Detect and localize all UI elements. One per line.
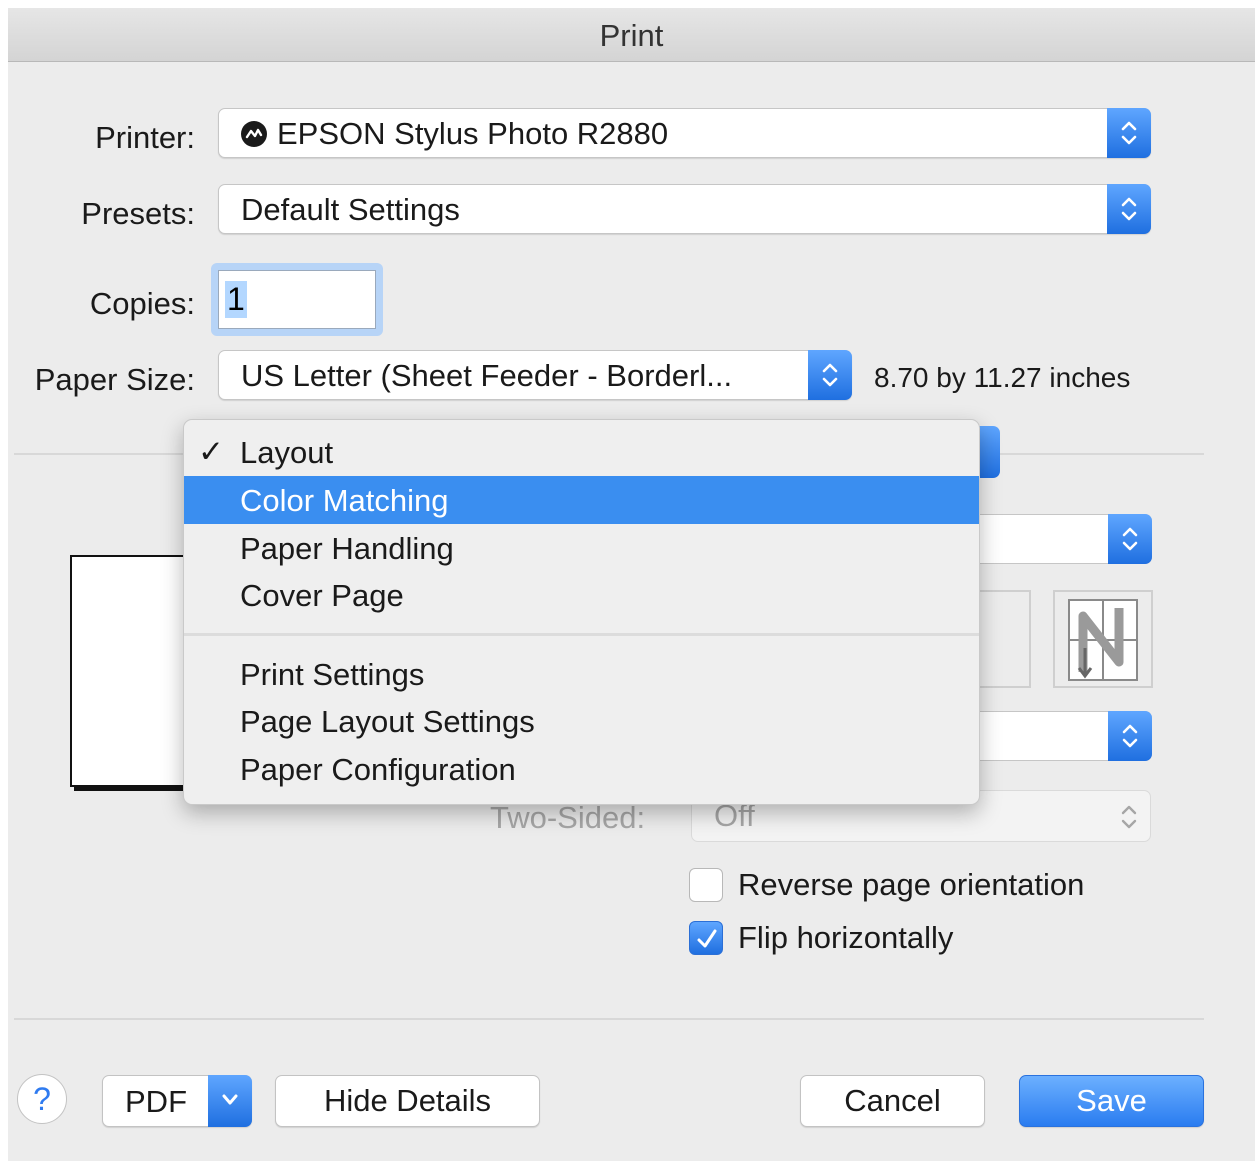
menu-item-layout[interactable]: ✓ Layout bbox=[184, 428, 979, 476]
menu-item-paper-handling[interactable]: Paper Handling bbox=[184, 524, 979, 572]
layout-popup-hidden[interactable] bbox=[960, 514, 1152, 564]
pdf-label: PDF bbox=[125, 1084, 187, 1119]
presets-popup[interactable]: Default Settings bbox=[218, 184, 1151, 234]
two-sided-stepper-icon bbox=[1121, 805, 1137, 829]
printer-popup[interactable]: EPSON Stylus Photo R2880 bbox=[218, 108, 1151, 158]
menu-item-paper-configuration[interactable]: Paper Configuration bbox=[184, 745, 979, 793]
reverse-orientation-label[interactable]: Reverse page orientation bbox=[738, 867, 1084, 903]
menu-item-print-settings[interactable]: Print Settings bbox=[184, 650, 979, 698]
paper-size-label: Paper Size: bbox=[34, 362, 195, 397]
help-button[interactable]: ? bbox=[17, 1074, 67, 1124]
border-popup-stepper-icon bbox=[1108, 711, 1152, 761]
presets-stepper-icon bbox=[1107, 184, 1151, 234]
page-preview bbox=[70, 555, 190, 787]
checkmark-icon: ✓ bbox=[198, 434, 224, 469]
menu-item-page-layout-settings[interactable]: Page Layout Settings bbox=[184, 697, 979, 745]
border-popup-hidden[interactable] bbox=[960, 711, 1152, 761]
pdf-menu-button[interactable]: PDF bbox=[102, 1075, 252, 1127]
copies-value: 1 bbox=[225, 281, 247, 318]
paper-size-popup[interactable]: US Letter (Sheet Feeder - Borderl... bbox=[218, 350, 852, 400]
menu-item-cover-page[interactable]: Cover Page bbox=[184, 571, 979, 619]
chevron-down-icon[interactable] bbox=[208, 1075, 252, 1127]
paper-dimensions: 8.70 by 11.27 inches bbox=[874, 362, 1131, 393]
save-button[interactable]: Save bbox=[1019, 1075, 1204, 1127]
cancel-button[interactable]: Cancel bbox=[800, 1075, 985, 1127]
layout-direction-tile-n-icon[interactable] bbox=[1053, 590, 1153, 688]
presets-label: Presets: bbox=[81, 196, 195, 231]
reverse-orientation-checkbox[interactable] bbox=[689, 868, 723, 902]
flip-horizontally-label[interactable]: Flip horizontally bbox=[738, 920, 953, 956]
checkmark-icon bbox=[697, 929, 717, 948]
menu-item-color-matching[interactable]: Color Matching bbox=[184, 476, 979, 524]
menu-separator bbox=[184, 633, 979, 636]
layout-popup-stepper-icon bbox=[1108, 514, 1152, 564]
bottom-separator bbox=[14, 1018, 1204, 1020]
paper-size-stepper-icon bbox=[808, 350, 852, 400]
copies-label: Copies: bbox=[89, 286, 195, 321]
presets-value: Default Settings bbox=[241, 192, 460, 227]
paper-size-value: US Letter (Sheet Feeder - Borderl... bbox=[241, 358, 733, 393]
printer-stepper-icon bbox=[1107, 108, 1151, 158]
section-menu: ✓ Layout Color Matching Paper Handling C… bbox=[183, 419, 980, 805]
hide-details-button[interactable]: Hide Details bbox=[275, 1075, 540, 1127]
printer-status-icon bbox=[241, 121, 267, 147]
title-bar: Print bbox=[8, 8, 1255, 62]
printer-label: Printer: bbox=[95, 120, 195, 155]
flip-horizontally-checkbox[interactable] bbox=[689, 921, 723, 955]
printer-value: EPSON Stylus Photo R2880 bbox=[277, 116, 669, 151]
copies-input[interactable]: 1 bbox=[218, 270, 376, 329]
two-sided-label: Two-Sided: bbox=[490, 800, 646, 835]
window-title: Print bbox=[599, 18, 664, 53]
